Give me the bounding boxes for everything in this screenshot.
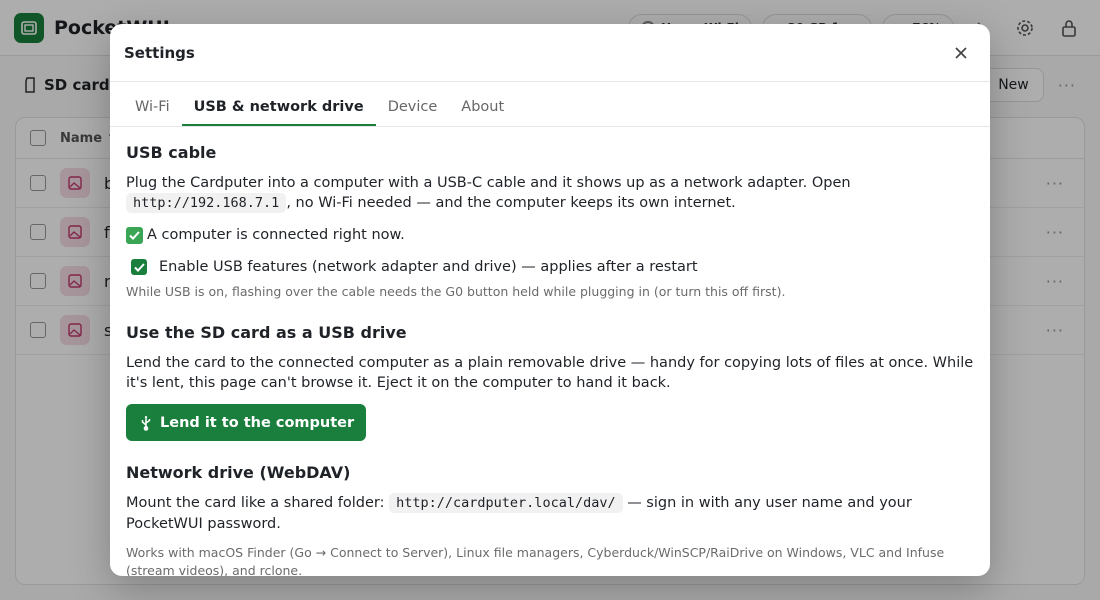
webdav-section: Network drive (WebDAV) Mount the card li… — [126, 463, 974, 576]
usb-cable-section: USB cable Plug the Cardputer into a comp… — [126, 143, 974, 301]
webdav-description: Mount the card like a shared folder: htt… — [126, 493, 912, 532]
close-icon — [955, 46, 967, 59]
section-heading: USB cable — [126, 143, 217, 162]
dialog-title: Settings — [124, 43, 195, 62]
close-button[interactable] — [946, 38, 976, 68]
section-heading: Network drive (WebDAV) — [126, 463, 351, 482]
tab-wifi[interactable]: Wi-Fi — [123, 99, 182, 126]
webdav-hint: Works with macOS Finder (Go → Connect to… — [126, 545, 945, 576]
webdav-url[interactable]: http://cardputer.local/dav/ — [389, 493, 623, 513]
tab-about[interactable]: About — [449, 99, 516, 126]
settings-tabs: Wi-Fi USB & network drive Device About — [110, 82, 990, 127]
settings-dialog: Settings Wi-Fi USB & network drive Devic… — [110, 24, 990, 576]
checkbox-label[interactable]: Enable USB features (network adapter and… — [159, 257, 698, 277]
tab-device[interactable]: Device — [376, 99, 450, 126]
usb-hint: While USB is on, flashing over the cable… — [126, 284, 786, 299]
section-heading: Use the SD card as a USB drive — [126, 323, 407, 342]
connection-status: A computer is connected right now. — [126, 225, 974, 245]
drive-description: Lend the card to the connected computer … — [126, 355, 974, 391]
usb-description: Plug the Cardputer into a computer with … — [126, 175, 851, 213]
usb-features-toggle[interactable]: Enable USB features (network adapter and… — [126, 257, 974, 277]
usb-url[interactable]: http://192.168.7.1 — [126, 193, 287, 213]
tab-usb-network-drive[interactable]: USB & network drive — [181, 99, 376, 126]
lend-to-computer-button[interactable]: Lend it to the computer — [126, 404, 367, 441]
usb-features-checkbox[interactable] — [131, 259, 147, 275]
dialog-header: Settings — [110, 24, 990, 82]
usb-icon — [141, 415, 151, 431]
usb-drive-section: Use the SD card as a USB drive Lend the … — [126, 323, 974, 441]
dialog-body: USB cable Plug the Cardputer into a comp… — [110, 127, 990, 576]
check-mark-icon — [126, 226, 143, 244]
